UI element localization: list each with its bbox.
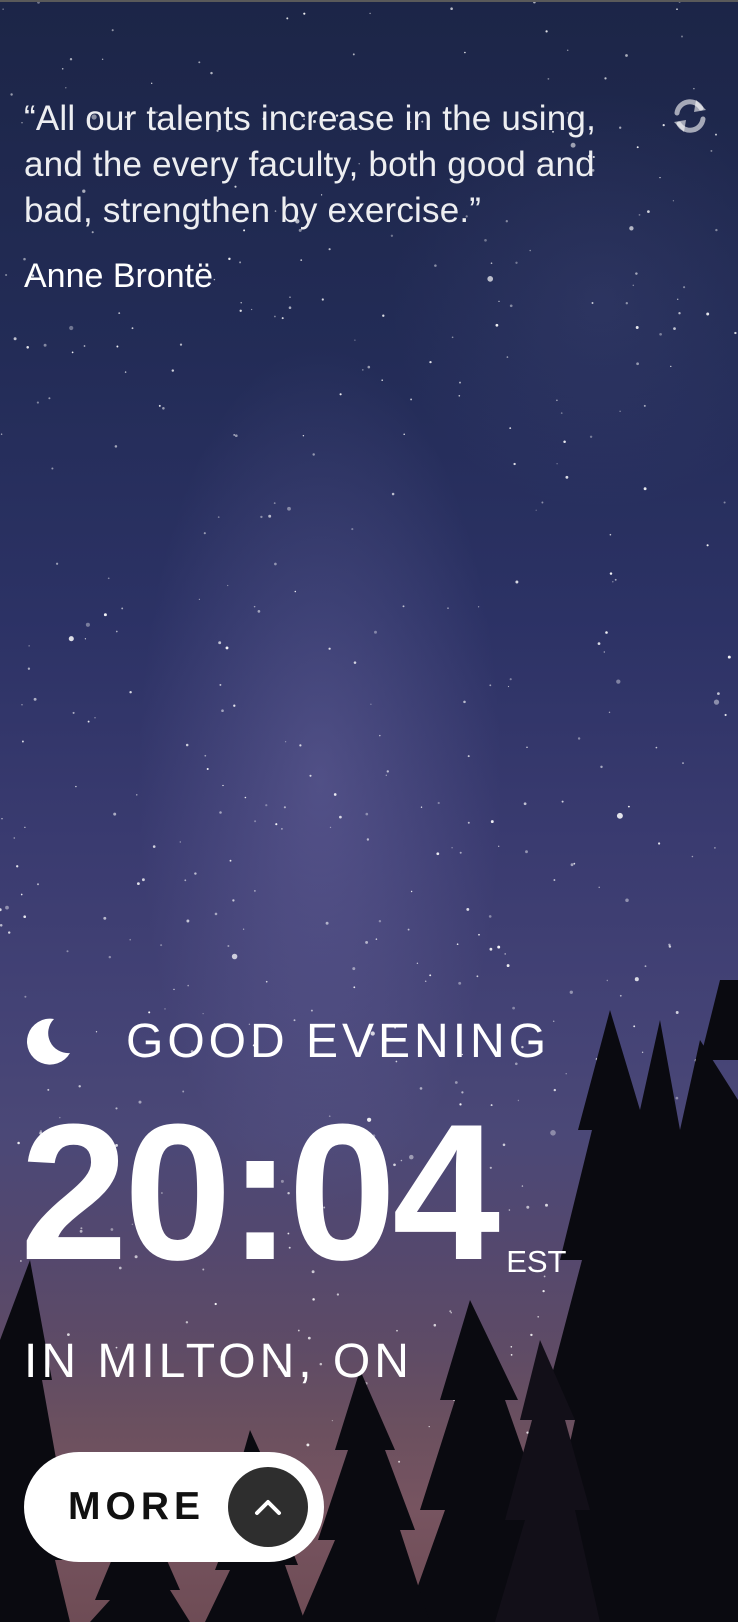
clock-time: 20:04 — [20, 1084, 500, 1301]
clock: 20:04 EST — [20, 1084, 567, 1301]
clock-timezone: EST — [506, 1244, 567, 1279]
more-chevron-circle — [228, 1467, 308, 1547]
quote-text: “All our talents increase in the using, … — [24, 99, 596, 230]
refresh-icon — [674, 99, 706, 133]
more-button[interactable]: MORE — [24, 1452, 324, 1562]
moon-icon — [26, 1018, 70, 1065]
chevron-up-icon — [255, 1500, 281, 1515]
more-button-label: MORE — [68, 1485, 205, 1528]
refresh-quote-button[interactable] — [670, 96, 710, 136]
top-border — [0, 0, 738, 2]
quote-block: “All our talents increase in the using, … — [24, 96, 614, 296]
greeting: GOOD EVENING — [24, 1012, 550, 1072]
location-text: IN MILTON, ON — [24, 1335, 413, 1388]
greeting-text: GOOD EVENING — [126, 1015, 551, 1068]
quote-author: Anne Brontë — [24, 257, 214, 295]
